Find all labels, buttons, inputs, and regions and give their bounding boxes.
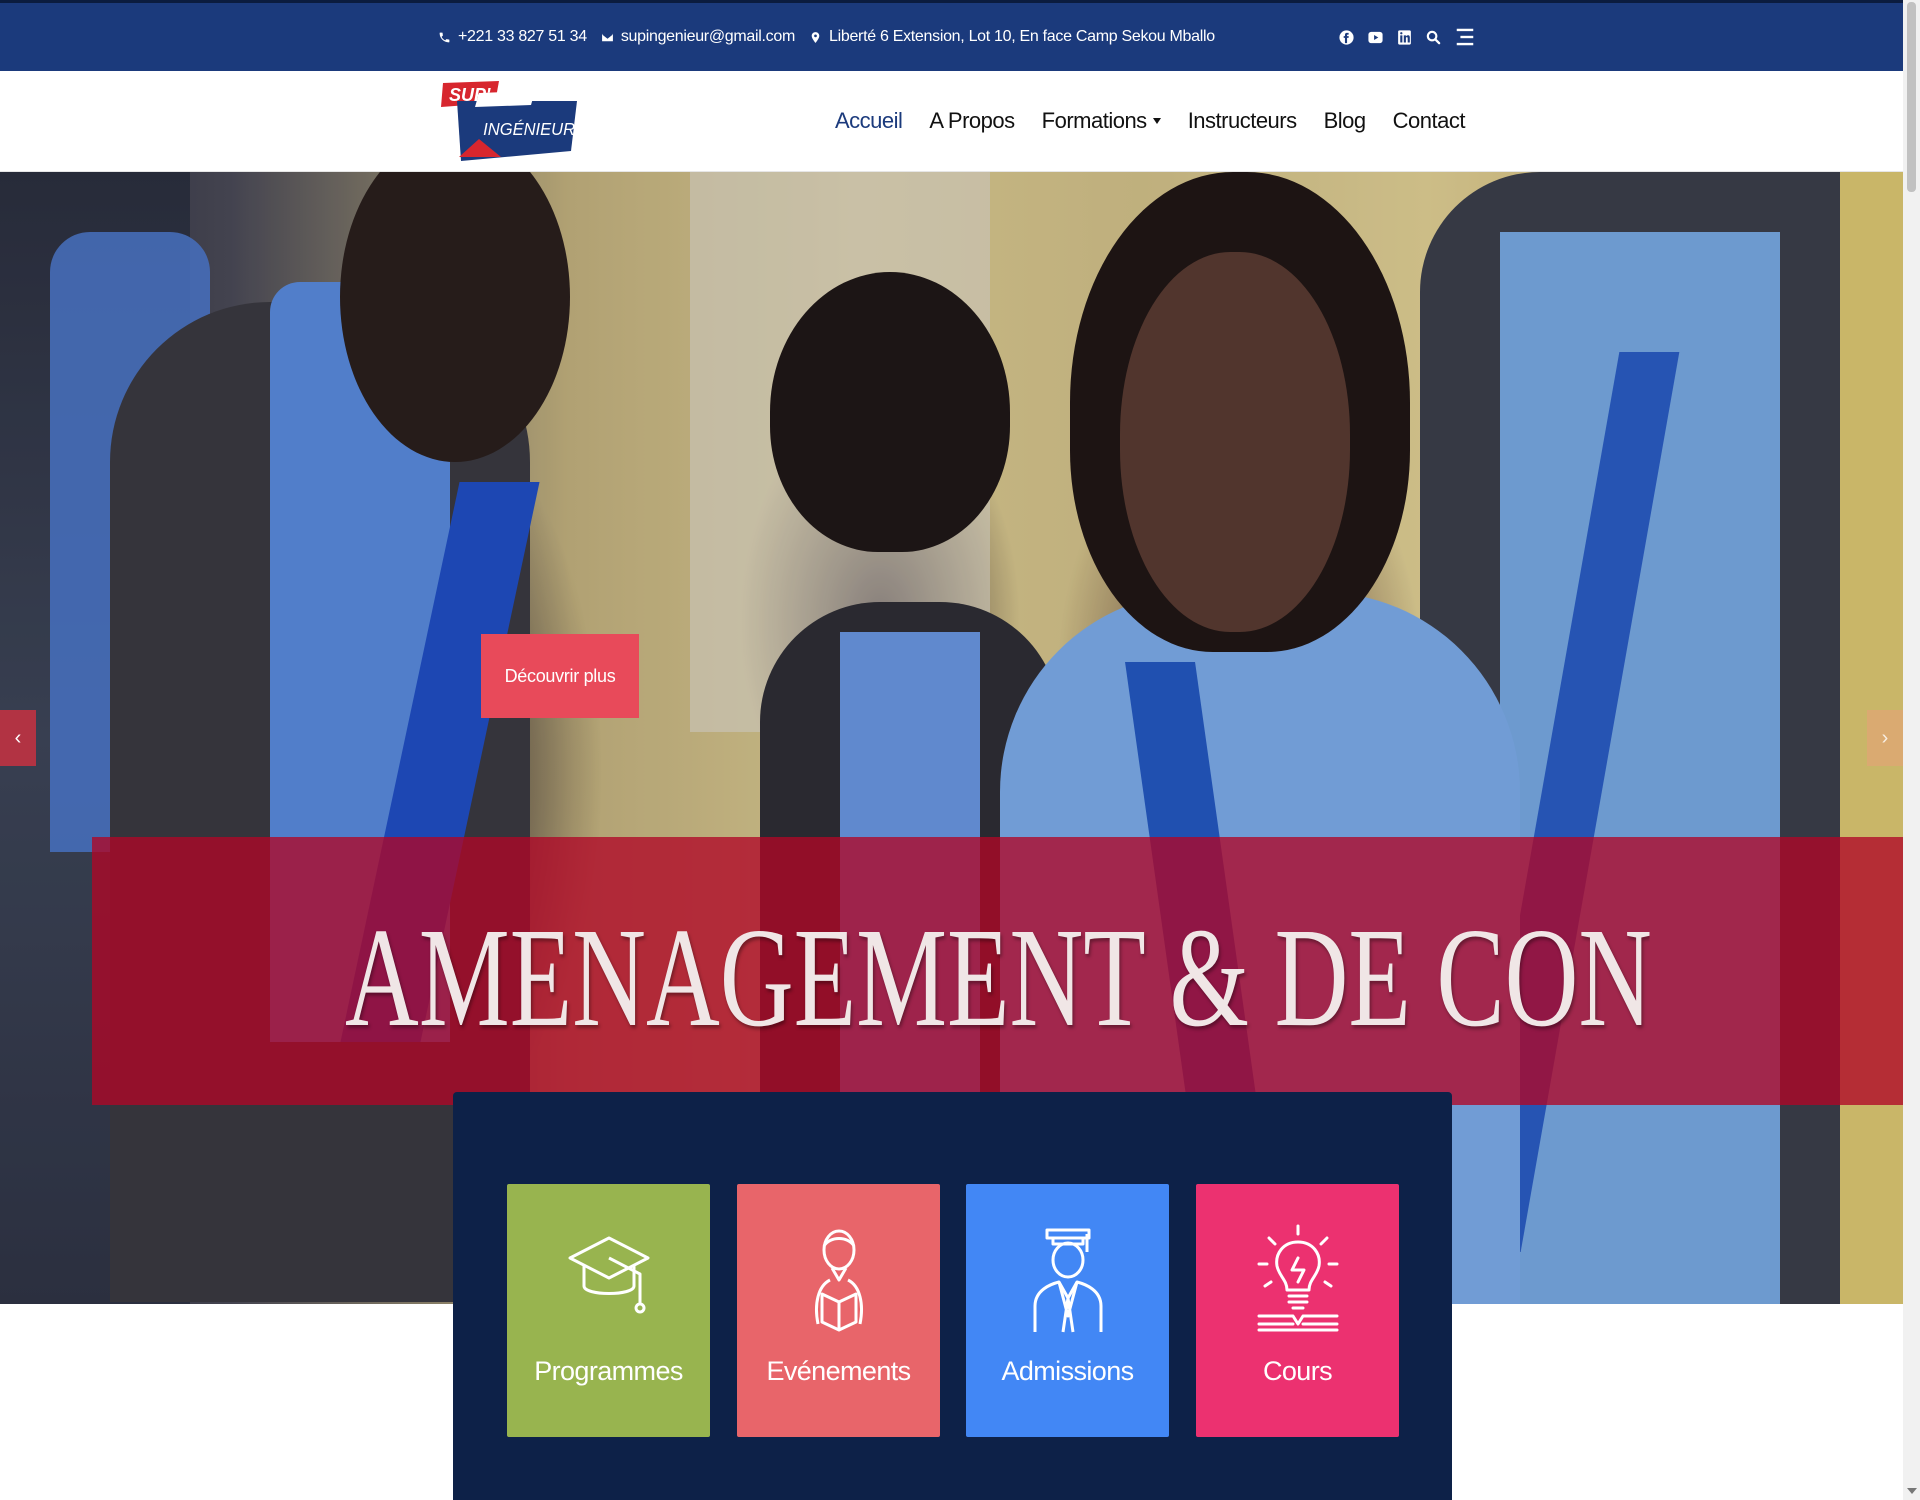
card-admissions[interactable]: Admissions xyxy=(966,1184,1169,1437)
scrollbar-thumb[interactable] xyxy=(1907,2,1916,192)
phone-icon xyxy=(439,32,450,42)
nav-item-instructeurs[interactable]: Instructeurs xyxy=(1188,108,1297,134)
social-links xyxy=(1338,3,1476,71)
contact-address: Liberté 6 Extension, Lot 10, En face Cam… xyxy=(809,28,1215,46)
card-cours-label: Cours xyxy=(1262,1356,1333,1386)
student-reading-icon xyxy=(796,1224,882,1334)
graduate-icon xyxy=(1025,1224,1111,1334)
nav-item-formations[interactable]: Formations xyxy=(1042,108,1161,134)
scroll-down-arrow-icon[interactable] xyxy=(1907,1488,1917,1494)
phone-number: +221 33 827 51 34 xyxy=(458,28,587,45)
menu-icon[interactable] xyxy=(1454,26,1476,48)
contact-email[interactable]: supingenieur@gmail.com xyxy=(601,28,795,46)
graduation-cap-icon xyxy=(566,1224,652,1334)
nav-item-formations-label: Formations xyxy=(1041,108,1148,133)
nav-item-accueil[interactable]: Accueil xyxy=(835,108,903,134)
chevron-right-icon: › xyxy=(1881,726,1889,749)
card-programmes-label: Programmes xyxy=(534,1356,683,1386)
slider-next-button[interactable]: › xyxy=(1867,710,1903,766)
lightbulb-book-icon xyxy=(1255,1224,1341,1334)
contact-info: +221 33 827 51 34 supingenieur@gmail.com… xyxy=(438,3,1215,71)
card-evenements-label: Evénements xyxy=(766,1356,911,1386)
quick-links-panel: Programmes Evénements Admissions Cours xyxy=(453,1092,1452,1500)
map-marker-icon xyxy=(811,31,820,43)
discover-more-button[interactable]: Découvrir plus xyxy=(481,634,639,718)
card-admissions-label: Admissions xyxy=(1001,1356,1134,1386)
card-evenements[interactable]: Evénements xyxy=(737,1184,940,1437)
youtube-icon[interactable] xyxy=(1367,29,1384,46)
slider-prev-button[interactable]: ‹ xyxy=(0,710,36,766)
card-cours[interactable]: Cours xyxy=(1196,1184,1399,1437)
primary-nav: Accueil A Propos Formations Instructeurs… xyxy=(835,71,1466,171)
site-logo[interactable]: SUP' INGÉNIEUR xyxy=(439,79,579,165)
caret-down-icon xyxy=(1152,118,1161,124)
nav-item-a-propos[interactable]: A Propos xyxy=(929,108,1015,134)
email-address: supingenieur@gmail.com xyxy=(620,28,795,45)
contact-phone[interactable]: +221 33 827 51 34 xyxy=(438,28,587,46)
facebook-icon[interactable] xyxy=(1338,29,1355,46)
card-programmes[interactable]: Programmes xyxy=(507,1184,710,1437)
chevron-left-icon: ‹ xyxy=(14,726,22,749)
hero-title: INSTITUT D'AMENAGEMENT & DE CONSTRUCTION xyxy=(345,898,1650,1056)
top-contact-bar: +221 33 827 51 34 supingenieur@gmail.com… xyxy=(0,0,1903,71)
envelope-icon xyxy=(601,33,613,41)
svg-text:INGÉNIEUR: INGÉNIEUR xyxy=(483,118,575,139)
page-scrollbar[interactable] xyxy=(1903,0,1920,1500)
address-text: Liberté 6 Extension, Lot 10, En face Cam… xyxy=(829,28,1215,45)
linkedin-icon[interactable] xyxy=(1396,29,1413,46)
search-icon[interactable] xyxy=(1425,29,1442,46)
nav-item-blog[interactable]: Blog xyxy=(1324,108,1367,134)
nav-item-contact[interactable]: Contact xyxy=(1393,108,1466,134)
main-navbar: SUP' INGÉNIEUR Accueil A Propos Formatio… xyxy=(0,71,1903,172)
logo-graphic: SUP' INGÉNIEUR xyxy=(441,81,577,161)
svg-text:SUP': SUP' xyxy=(449,85,491,105)
